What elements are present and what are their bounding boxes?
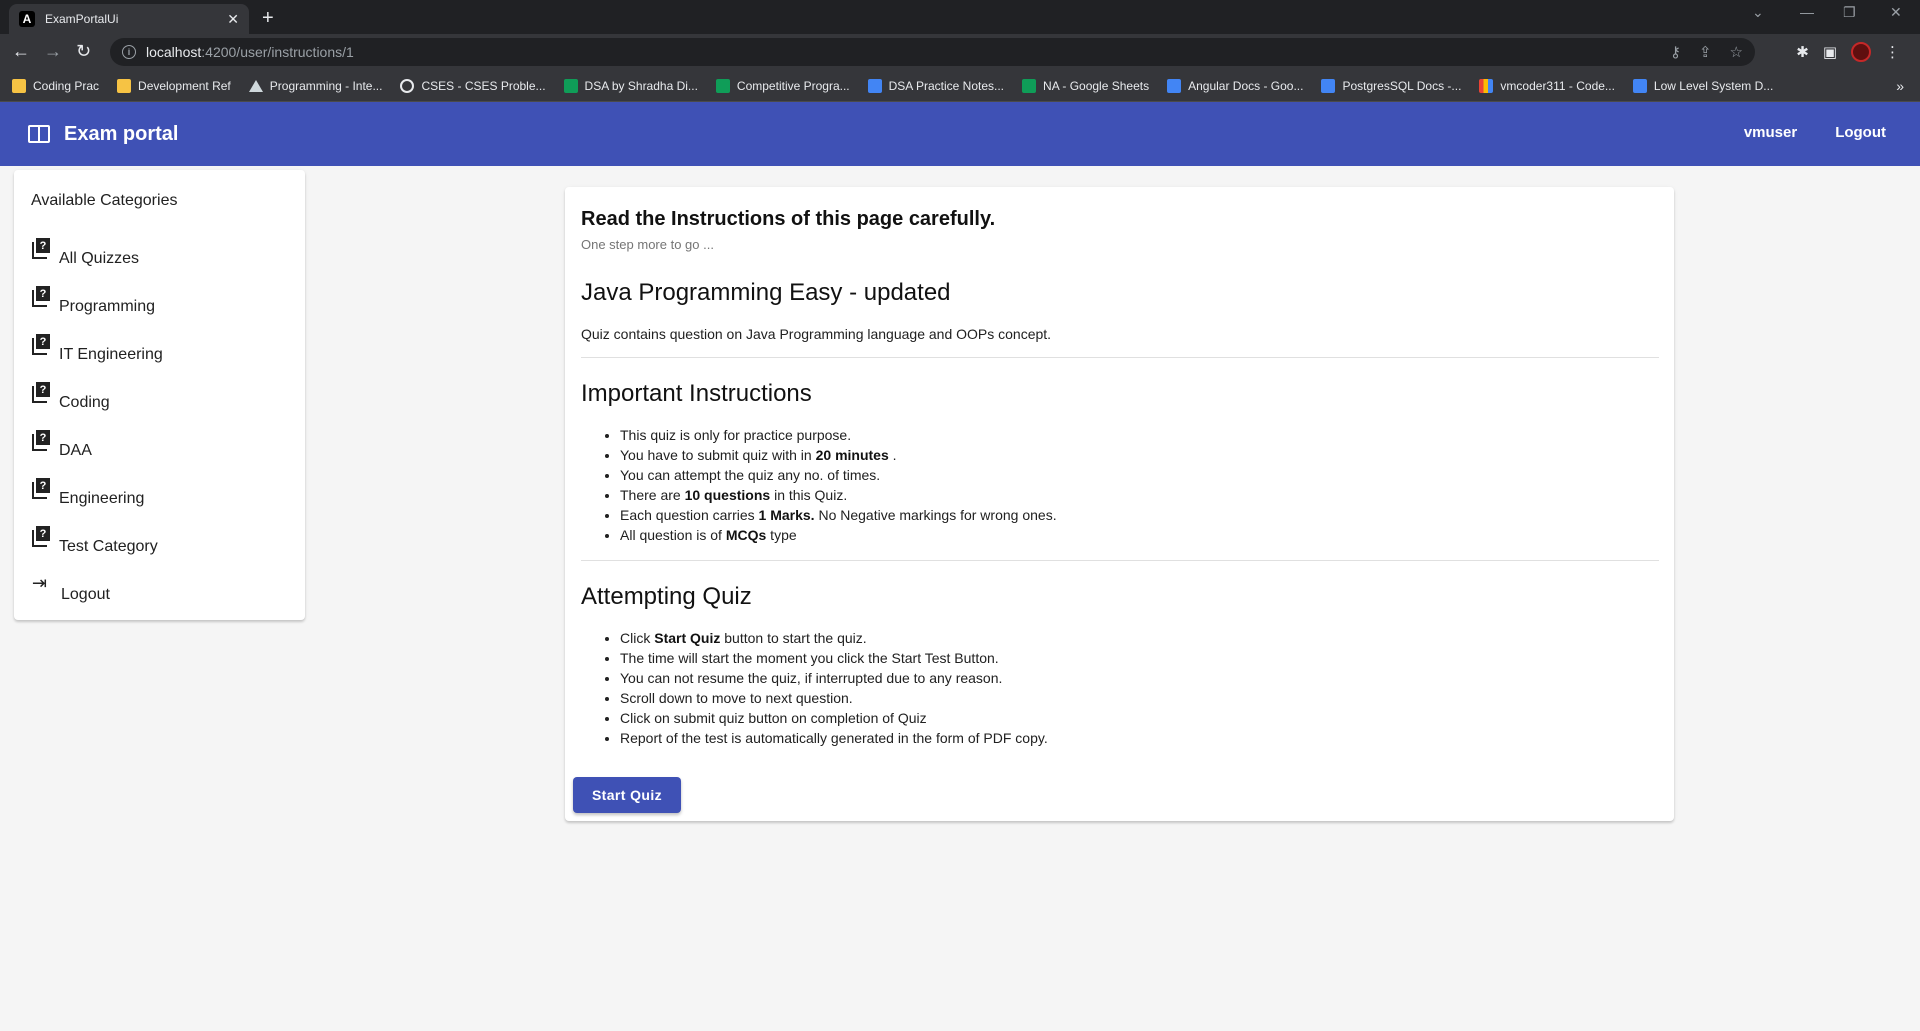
mountain-icon xyxy=(248,79,263,92)
sheets-icon xyxy=(715,78,730,93)
sidebar-item-all-quizzes[interactable]: ? All Quizzes xyxy=(32,238,139,268)
important-instructions-heading: Important Instructions xyxy=(581,380,812,407)
quiz-icon: ? xyxy=(32,286,50,307)
quiz-title: Java Programming Easy - updated xyxy=(581,279,951,306)
share-icon[interactable]: ⇪ xyxy=(1699,43,1712,61)
attempting-quiz-heading: Attempting Quiz xyxy=(581,583,752,610)
url-host: localhost xyxy=(146,44,202,60)
sidebar-item-programming[interactable]: ? Programming xyxy=(32,286,155,316)
forward-icon[interactable]: → xyxy=(44,42,62,60)
site-info-icon[interactable]: i xyxy=(122,45,136,59)
tab-title: ExamPortalUi xyxy=(45,12,119,26)
bookmark-item[interactable]: NA - Google Sheets xyxy=(1022,78,1149,93)
list-item: Scroll down to move to next question. xyxy=(620,688,1048,708)
globe-icon xyxy=(400,78,415,93)
profile-avatar[interactable] xyxy=(1851,42,1871,62)
list-item: There are 10 questions in this Quiz. xyxy=(620,485,1057,505)
quiz-icon: ? xyxy=(32,382,50,403)
menu-icon[interactable]: ⋮ xyxy=(1885,43,1900,61)
browser-toolbar: ← → ↻ i localhost:4200/user/instructions… xyxy=(0,34,1920,70)
back-icon[interactable]: ← xyxy=(12,42,30,60)
bookmark-item[interactable]: Angular Docs - Goo... xyxy=(1167,78,1303,93)
docs-icon xyxy=(1167,78,1182,93)
angular-favicon-icon: A xyxy=(19,11,35,27)
restore-icon[interactable]: ❐ xyxy=(1843,4,1856,21)
bookmark-item[interactable]: Development Ref xyxy=(117,78,231,93)
sidebar-header: Available Categories xyxy=(31,192,178,209)
book-icon xyxy=(28,125,50,143)
bookmark-item[interactable]: Coding Prac xyxy=(12,78,99,93)
sidebar-item-logout[interactable]: ⇥ Logout xyxy=(32,574,110,604)
docs-icon xyxy=(1632,78,1647,93)
quiz-icon: ? xyxy=(32,430,50,451)
sidebar-item-engineering[interactable]: ? Engineering xyxy=(32,478,144,508)
folder-icon xyxy=(12,78,26,93)
list-item: Click Start Quiz button to start the qui… xyxy=(620,628,1048,648)
close-window-icon[interactable]: ✕ xyxy=(1890,4,1902,21)
folder-icon xyxy=(117,78,132,93)
tab-close-icon[interactable]: ✕ xyxy=(227,11,239,28)
list-item: You can not resume the quiz, if interrup… xyxy=(620,668,1048,688)
attempting-quiz-list: Click Start Quiz button to start the qui… xyxy=(620,628,1048,748)
quiz-icon: ? xyxy=(32,238,50,259)
bookmark-item[interactable]: Competitive Progra... xyxy=(715,78,850,93)
page-subtitle: One step more to go ... xyxy=(581,237,714,252)
quiz-icon: ? xyxy=(32,478,50,499)
quiz-icon: ? xyxy=(32,334,50,355)
quiz-description: Quiz contains question on Java Programmi… xyxy=(581,326,1052,342)
url-path: :4200/user/instructions/1 xyxy=(201,44,354,60)
logout-icon: ⇥ xyxy=(32,573,48,593)
user-link[interactable]: vmuser xyxy=(1744,124,1797,141)
side-panel-icon[interactable]: ▣ xyxy=(1823,43,1837,61)
sheets-icon xyxy=(1022,78,1037,93)
divider xyxy=(581,357,1659,358)
page-title: Read the Instructions of this page caref… xyxy=(581,208,996,230)
bookmark-item[interactable]: CSES - CSES Proble... xyxy=(400,78,546,93)
docs-icon xyxy=(1321,78,1336,93)
sidebar-item-test-category[interactable]: ? Test Category xyxy=(32,526,158,556)
logout-link[interactable]: Logout xyxy=(1835,124,1886,141)
new-tab-icon[interactable]: + xyxy=(262,7,274,30)
bookmark-item[interactable]: DSA Practice Notes... xyxy=(867,78,1004,93)
sidebar-item-coding[interactable]: ? Coding xyxy=(32,382,110,412)
sidebar-item-it-engineering[interactable]: ? IT Engineering xyxy=(32,334,163,364)
list-item: Click on submit quiz button on completio… xyxy=(620,708,1048,728)
star-icon[interactable]: ☆ xyxy=(1730,43,1743,61)
minimize-icon[interactable]: — xyxy=(1800,4,1814,20)
list-item: This quiz is only for practice purpose. xyxy=(620,425,1057,445)
bookmark-item[interactable]: Programming - Inte... xyxy=(248,79,382,93)
list-item: You can attempt the quiz any no. of time… xyxy=(620,465,1057,485)
tab-search-icon[interactable]: ⌄ xyxy=(1752,4,1764,21)
browser-tabbar: A ExamPortalUi ✕ + ⌄ — ❐ ✕ xyxy=(0,0,1920,34)
app-toolbar: Exam portal vmuser Logout xyxy=(0,102,1920,166)
list-item: Report of the test is automatically gene… xyxy=(620,728,1048,748)
list-item: The time will start the moment you click… xyxy=(620,648,1048,668)
more-bookmarks-icon[interactable]: » xyxy=(1896,78,1904,94)
bookmark-item[interactable]: DSA by Shradha Di... xyxy=(563,78,698,93)
bookmarks-bar: Coding Prac Development Ref Programming … xyxy=(0,70,1920,102)
address-bar[interactable]: i localhost:4200/user/instructions/1 ⚷ ⇪… xyxy=(110,38,1755,66)
key-icon[interactable]: ⚷ xyxy=(1670,43,1681,61)
app-title[interactable]: Exam portal xyxy=(64,123,178,146)
chart-icon xyxy=(1479,78,1494,93)
category-sidebar: Available Categories ? All Quizzes ? Pro… xyxy=(14,170,305,620)
quiz-icon: ? xyxy=(32,526,50,547)
bookmark-item[interactable]: PostgresSQL Docs -... xyxy=(1321,78,1461,93)
start-quiz-button[interactable]: Start Quiz xyxy=(573,777,681,813)
divider xyxy=(581,560,1659,561)
browser-tab[interactable]: A ExamPortalUi ✕ xyxy=(9,4,249,34)
sidebar-item-daa[interactable]: ? DAA xyxy=(32,430,92,460)
list-item: All question is of MCQs type xyxy=(620,525,1057,545)
bookmark-item[interactable]: vmcoder311 - Code... xyxy=(1479,78,1615,93)
instructions-card: Read the Instructions of this page caref… xyxy=(565,187,1674,821)
list-item: Each question carries 1 Marks. No Negati… xyxy=(620,505,1057,525)
docs-icon xyxy=(867,78,882,93)
important-instructions-list: This quiz is only for practice purpose. … xyxy=(620,425,1057,545)
sheets-icon xyxy=(563,78,578,93)
extensions-icon[interactable]: ✱ xyxy=(1796,43,1809,61)
reload-icon[interactable]: ↻ xyxy=(76,42,91,60)
bookmark-item[interactable]: Low Level System D... xyxy=(1632,78,1773,93)
list-item: You have to submit quiz with in 20 minut… xyxy=(620,445,1057,465)
